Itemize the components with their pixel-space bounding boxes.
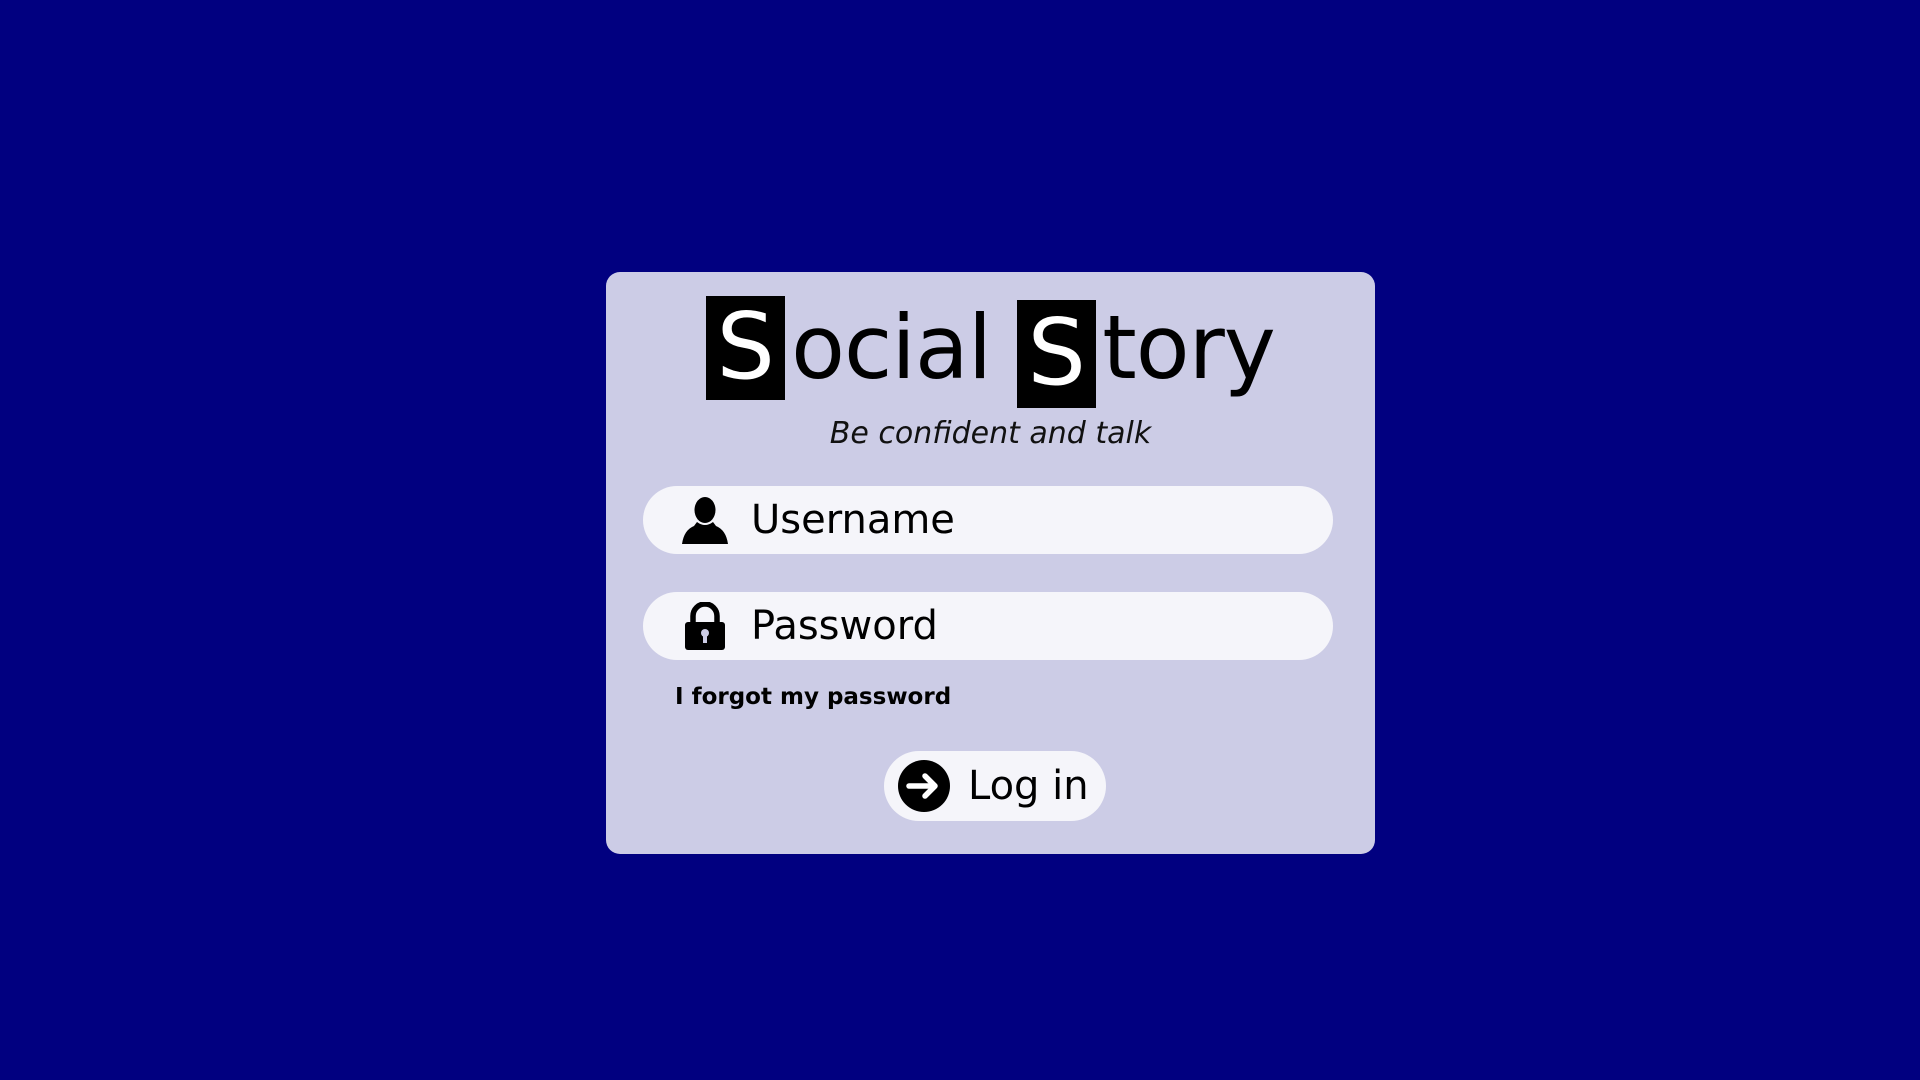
logo-initial-1: S (706, 296, 786, 400)
logo-word-social: S ocial (706, 296, 992, 406)
lock-icon (681, 600, 729, 652)
login-button-label: Log in (968, 763, 1089, 809)
arrow-right-circle-icon (898, 760, 950, 812)
login-button[interactable]: Log in (884, 751, 1106, 821)
password-input[interactable] (751, 596, 1311, 656)
logo-rest-2: tory (1102, 296, 1276, 399)
user-icon (681, 494, 729, 546)
login-card: S ocial S tory Be confident and talk Use… (606, 272, 1375, 854)
logo-rest-1: ocial (791, 296, 992, 399)
forgot-password-link[interactable]: I forgot my password (675, 684, 951, 710)
logo-initial-2: S (1017, 300, 1097, 408)
app-logo: S ocial S tory (606, 296, 1375, 408)
username-input[interactable] (751, 490, 1311, 550)
username-field[interactable] (643, 486, 1333, 554)
login-screen: S ocial S tory Be confident and talk Use… (0, 0, 1920, 1080)
tagline: Be confident and talk (829, 416, 1152, 451)
password-field[interactable] (643, 592, 1333, 660)
logo-word-story: S tory (1017, 296, 1276, 408)
